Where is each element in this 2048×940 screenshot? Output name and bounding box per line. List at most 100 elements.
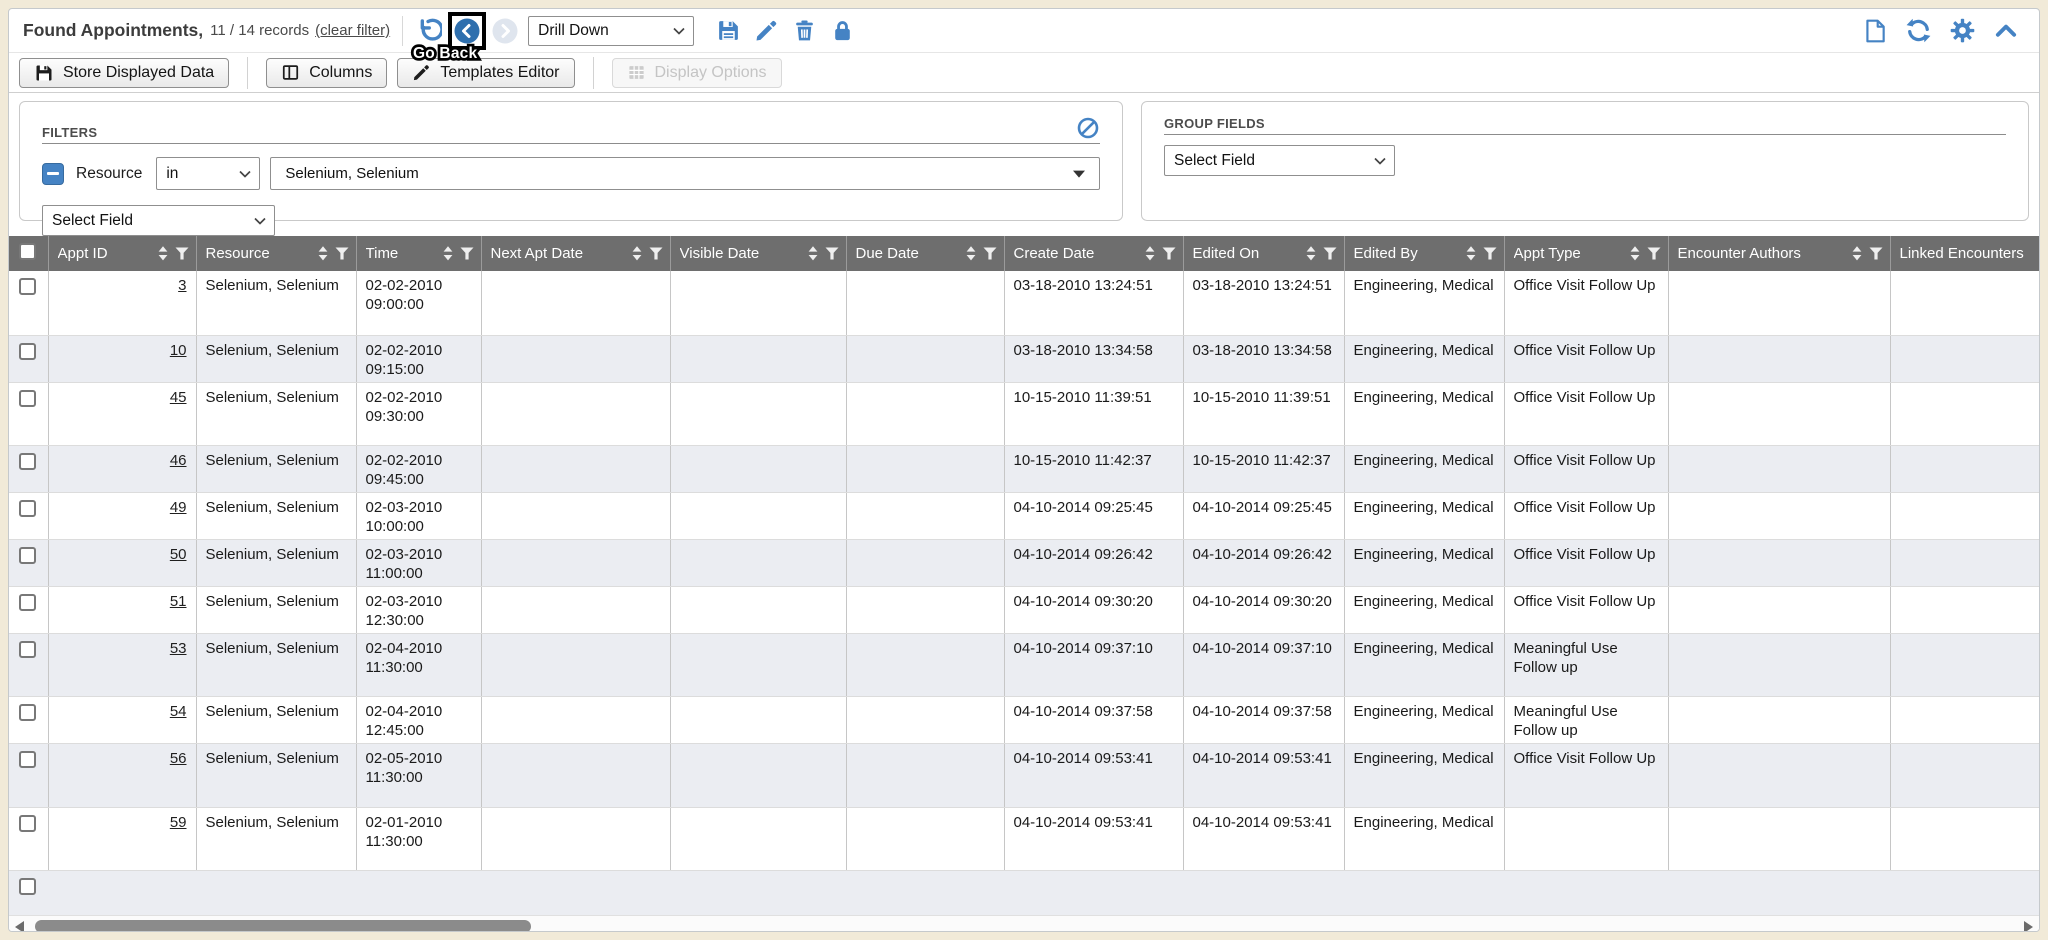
filters-section: FILTERS Resource in Selenium, Selenium S — [19, 101, 2029, 221]
sort-icon[interactable] — [1306, 246, 1316, 261]
column-header-visible-date[interactable]: Visible Date — [670, 236, 846, 271]
edit-view-icon[interactable] — [754, 18, 779, 43]
appt-id-link[interactable]: 54 — [170, 703, 187, 720]
cell-appt-id: 46 — [48, 445, 196, 492]
row-checkbox[interactable] — [19, 751, 36, 768]
appt-id-link[interactable]: 46 — [170, 452, 187, 469]
scroll-right-arrow-icon[interactable] — [2024, 921, 2033, 932]
templates-editor-button[interactable]: Templates Editor — [397, 58, 574, 88]
row-checkbox[interactable] — [19, 641, 36, 658]
filter-value-combobox[interactable]: Selenium, Selenium — [270, 157, 1100, 190]
filter-funnel-icon[interactable] — [175, 247, 189, 260]
filter-funnel-icon[interactable] — [649, 247, 663, 260]
filter-funnel-icon[interactable] — [1869, 247, 1883, 260]
columns-button[interactable]: Columns — [266, 58, 387, 88]
filter-funnel-icon[interactable] — [1162, 247, 1176, 260]
delete-view-icon[interactable] — [792, 18, 817, 43]
appt-id-link[interactable]: 51 — [170, 593, 187, 610]
filter-funnel-icon[interactable] — [1647, 247, 1661, 260]
appt-id-link[interactable]: 53 — [170, 640, 187, 657]
cell-time: 02-02-2010 09:15:00 — [356, 335, 481, 382]
column-header-time[interactable]: Time — [356, 236, 481, 271]
gear-icon[interactable] — [1949, 17, 1976, 44]
go-back-button[interactable] — [448, 12, 486, 50]
new-document-icon[interactable] — [1862, 18, 1888, 44]
sort-icon[interactable] — [1466, 246, 1476, 261]
appt-id-link[interactable]: 3 — [178, 277, 186, 294]
buttons-toolbar: Store Displayed Data Columns Templates E… — [9, 53, 2039, 93]
row-checkbox[interactable] — [19, 343, 36, 360]
sort-icon[interactable] — [966, 246, 976, 261]
empty-row-checkbox[interactable] — [19, 878, 36, 895]
filter-funnel-icon[interactable] — [1483, 247, 1497, 260]
row-checkbox[interactable] — [19, 278, 36, 295]
filter-funnel-icon[interactable] — [1323, 247, 1337, 260]
table-row: 53Selenium, Selenium02-04-2010 11:30:000… — [9, 633, 2040, 696]
row-checkbox[interactable] — [19, 390, 36, 407]
appt-id-link[interactable]: 50 — [170, 546, 187, 563]
cell-next-apt-date — [481, 271, 670, 335]
clear-filter-link[interactable]: (clear filter) — [315, 22, 390, 39]
sort-icon[interactable] — [1630, 246, 1640, 261]
row-checkbox[interactable] — [19, 453, 36, 470]
appt-id-link[interactable]: 59 — [170, 814, 187, 831]
scrollbar-thumb[interactable] — [35, 920, 531, 932]
undo-icon[interactable] — [415, 17, 442, 44]
select-all-header[interactable] — [9, 236, 48, 271]
filter-funnel-icon[interactable] — [335, 247, 349, 260]
column-header-appt-id[interactable]: Appt ID — [48, 236, 196, 271]
save-view-icon[interactable] — [716, 18, 741, 43]
cell-encounter-authors — [1668, 492, 1890, 539]
filter-operator-select[interactable]: in — [156, 157, 260, 190]
collapse-chevron-up-icon[interactable] — [1993, 18, 2019, 44]
cell-visible-date — [670, 271, 846, 335]
horizontal-scrollbar[interactable] — [9, 915, 2039, 932]
row-checkbox[interactable] — [19, 815, 36, 832]
column-header-create-date[interactable]: Create Date — [1004, 236, 1183, 271]
filter-funnel-icon[interactable] — [825, 247, 839, 260]
scroll-left-arrow-icon[interactable] — [15, 921, 24, 932]
row-checkbox[interactable] — [19, 704, 36, 721]
go-forward-button[interactable] — [492, 18, 518, 44]
drilldown-select[interactable]: Drill Down — [528, 16, 694, 46]
column-header-due-date[interactable]: Due Date — [846, 236, 1004, 271]
column-header-appt-type[interactable]: Appt Type — [1504, 236, 1668, 271]
sort-icon[interactable] — [158, 246, 168, 261]
display-options-button[interactable]: Display Options — [612, 58, 782, 88]
sort-icon[interactable] — [808, 246, 818, 261]
appt-id-link[interactable]: 10 — [170, 342, 187, 359]
lock-view-icon[interactable] — [830, 18, 855, 43]
group-field-select[interactable]: Select Field — [1164, 145, 1395, 176]
column-header-edited-by[interactable]: Edited By — [1344, 236, 1504, 271]
sort-icon[interactable] — [443, 246, 453, 261]
cell-next-apt-date — [481, 696, 670, 743]
filter-funnel-icon[interactable] — [460, 247, 474, 260]
cell-linked-encounters — [1890, 271, 2040, 335]
save-icon — [34, 63, 54, 83]
column-header-linked-encounters[interactable]: Linked Encounters — [1890, 236, 2040, 271]
column-header-next-apt-date[interactable]: Next Apt Date — [481, 236, 670, 271]
select-all-checkbox[interactable] — [19, 243, 36, 260]
appt-id-link[interactable]: 56 — [170, 750, 187, 767]
row-checkbox[interactable] — [19, 500, 36, 517]
filter-funnel-icon[interactable] — [983, 247, 997, 260]
cell-edited-by: Engineering, Medical — [1344, 492, 1504, 539]
table-row: 45Selenium, Selenium02-02-2010 09:30:001… — [9, 382, 2040, 445]
column-header-edited-on[interactable]: Edited On — [1183, 236, 1344, 271]
row-checkbox[interactable] — [19, 594, 36, 611]
sort-icon[interactable] — [318, 246, 328, 261]
sort-icon[interactable] — [632, 246, 642, 261]
column-header-encounter-authors[interactable]: Encounter Authors — [1668, 236, 1890, 271]
disable-filters-icon[interactable] — [1076, 116, 1100, 140]
appt-id-link[interactable]: 45 — [170, 389, 187, 406]
appt-id-link[interactable]: 49 — [170, 499, 187, 516]
cell-encounter-authors — [1668, 696, 1890, 743]
add-filter-field-select[interactable]: Select Field — [42, 205, 275, 236]
sort-icon[interactable] — [1145, 246, 1155, 261]
remove-filter-button[interactable] — [42, 163, 64, 185]
column-header-resource[interactable]: Resource — [196, 236, 356, 271]
sort-icon[interactable] — [1852, 246, 1862, 261]
row-checkbox[interactable] — [19, 547, 36, 564]
refresh-icon[interactable] — [1905, 17, 1932, 44]
store-displayed-data-button[interactable]: Store Displayed Data — [19, 58, 229, 88]
